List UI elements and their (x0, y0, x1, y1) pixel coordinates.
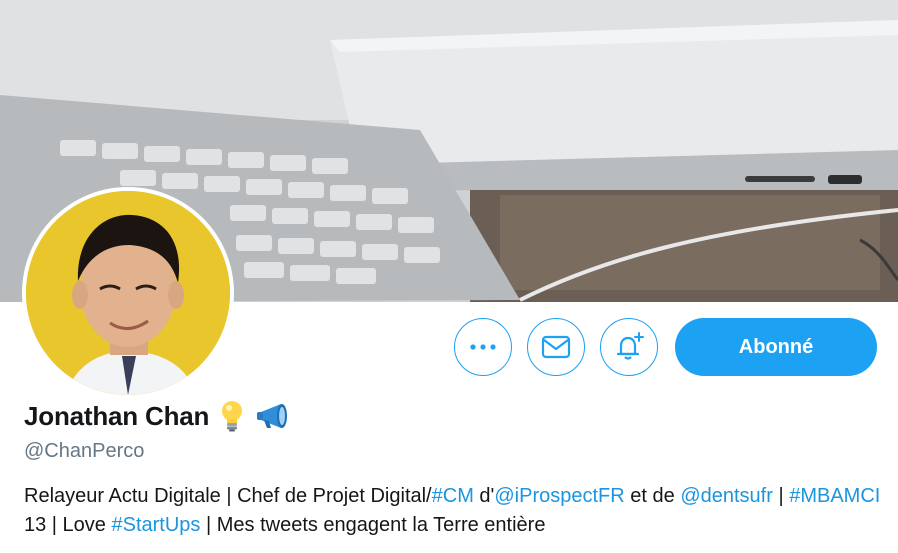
mention-link[interactable]: @dentsufr (680, 485, 773, 507)
envelope-icon (541, 335, 571, 359)
bio-text: 13 | Love (24, 514, 112, 536)
megaphone-icon (255, 402, 291, 430)
hashtag-link[interactable]: #MBAMCI (789, 485, 880, 507)
message-button[interactable] (527, 318, 585, 376)
hashtag-link[interactable]: #CM (432, 485, 474, 507)
profile-bio: Relayeur Actu Digitale | Chef de Projet … (24, 482, 884, 540)
more-button[interactable] (454, 318, 512, 376)
hashtag-link[interactable]: #StartUps (111, 514, 200, 536)
notifications-button[interactable] (600, 318, 658, 376)
bio-text: d' (473, 485, 495, 507)
bio-text: et de (624, 485, 681, 507)
lightbulb-icon (219, 400, 245, 432)
username-handle: @ChanPerco (24, 440, 145, 462)
bio-text: Relayeur Actu Digitale | Chef de Projet … (24, 485, 432, 507)
more-icon (470, 344, 496, 350)
avatar[interactable] (22, 187, 234, 399)
following-button[interactable]: Abonné (675, 318, 877, 376)
bell-plus-icon (616, 332, 644, 360)
mention-link[interactable]: @iProspectFR (494, 485, 624, 507)
profile-header: Abonné Jonathan Chan @ChanPerco Relayeur… (0, 0, 898, 553)
bio-text: | (772, 485, 790, 507)
display-name: Jonathan Chan (24, 400, 210, 431)
bio-text: | Mes tweets engagent la Terre entière (200, 514, 546, 536)
avatar-image (26, 191, 230, 395)
name-row: Jonathan Chan (24, 400, 291, 432)
